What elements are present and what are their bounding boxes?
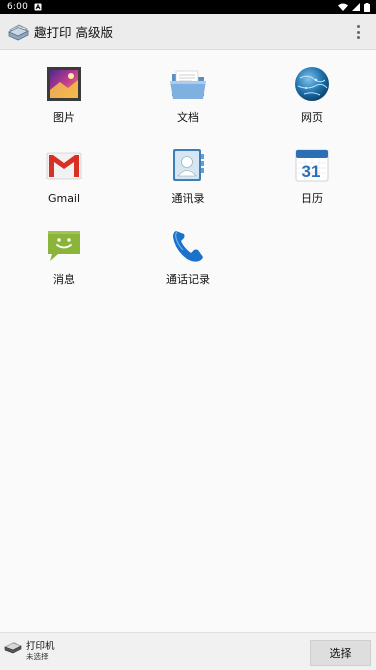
tile-calendar[interactable]: 31 日历 <box>250 131 374 211</box>
tile-label: 网页 <box>301 111 323 124</box>
tile-label: Gmail <box>47 192 81 205</box>
tile-web[interactable]: 网页 <box>250 50 374 130</box>
status-time: 6:00 <box>7 2 29 12</box>
signal-icon <box>352 3 360 11</box>
app-title: 趣打印 高级版 <box>34 25 113 40</box>
tile-documents[interactable]: 文档 <box>126 50 250 130</box>
tile-call-log[interactable]: 通话记录 <box>126 212 250 292</box>
folder-icon <box>170 70 206 99</box>
tile-contacts[interactable]: 通讯录 <box>126 131 250 211</box>
tile-gallery[interactable]: 图片 <box>2 50 126 130</box>
printer-status: 未选择 <box>26 652 49 661</box>
calendar-day: 31 <box>302 162 321 181</box>
messages-icon <box>48 231 80 261</box>
printer-app-icon <box>8 24 29 40</box>
tile-label: 通讯录 <box>171 192 205 205</box>
tile-messages[interactable]: 消息 <box>2 212 126 292</box>
action-bar: 趣打印 高级版 <box>0 14 376 50</box>
tile-label: 日历 <box>301 192 323 205</box>
phone-icon <box>173 231 203 262</box>
tile-label: 通话记录 <box>166 273 210 286</box>
tile-gmail[interactable]: Gmail <box>2 131 126 211</box>
battery-icon <box>364 2 370 12</box>
calendar-icon: 31 <box>295 149 329 182</box>
tile-label: 图片 <box>53 111 75 124</box>
status-bar: 6:00 <box>0 0 376 14</box>
tile-label: 文档 <box>177 111 199 124</box>
tile-label: 消息 <box>53 273 75 286</box>
overflow-menu-icon[interactable] <box>354 24 362 40</box>
select-printer-button[interactable]: 选择 <box>310 640 371 666</box>
printer-bar: 打印机 未选择 选择 <box>0 632 376 670</box>
contacts-icon <box>173 149 204 181</box>
gallery-icon <box>47 67 81 101</box>
wifi-icon <box>338 3 348 11</box>
globe-icon <box>295 67 329 101</box>
printer-icon <box>4 642 22 654</box>
gmail-icon <box>46 152 82 180</box>
printer-title: 打印机 <box>26 641 55 652</box>
notification-a-icon <box>34 3 42 11</box>
